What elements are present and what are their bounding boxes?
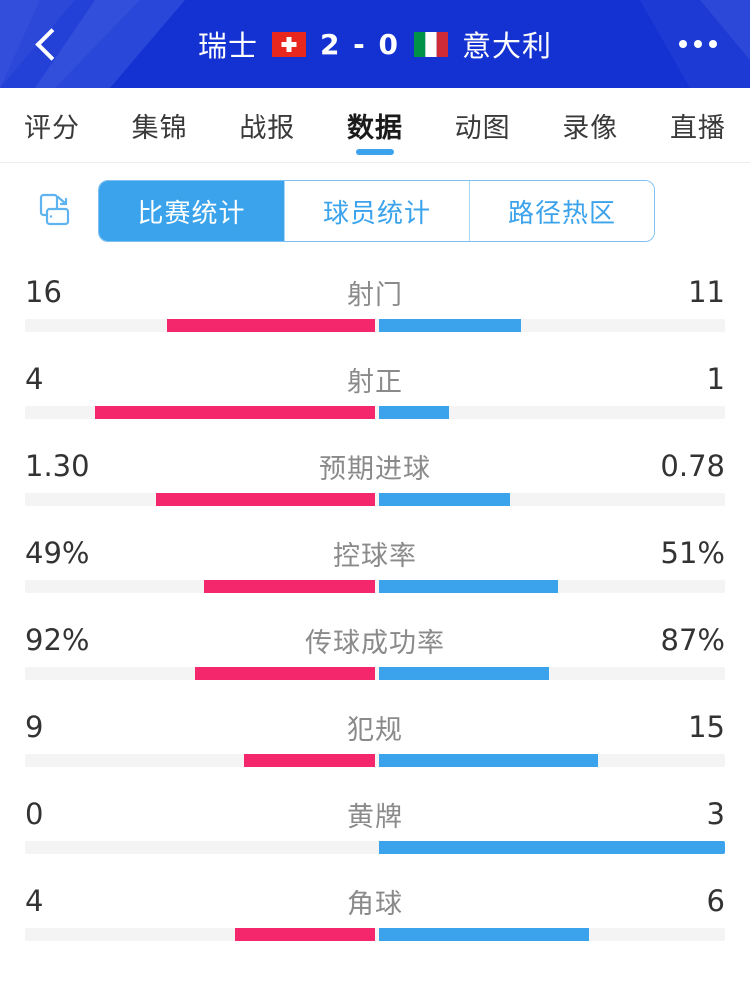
home-team-name: 瑞士 (198, 23, 258, 65)
away-stat-bar (379, 841, 725, 854)
stat-label: 预期进球 (319, 447, 431, 486)
stat-labels: 0 黄牌 3 (0, 787, 750, 841)
away-stat-value: 87% (635, 623, 725, 657)
stat-bar-track (25, 493, 725, 506)
more-horizontal-icon (679, 40, 687, 48)
stat-label: 黄牌 (347, 795, 403, 834)
tab-jijin[interactable]: 集锦 (130, 88, 190, 163)
stats-view-switcher: 比赛统计 球员统计 路径热区 (0, 163, 750, 259)
away-stat-value: 11 (635, 275, 725, 309)
stat-row: 92% 传球成功率 87% (0, 613, 750, 700)
stat-row: 49% 控球率 51% (0, 526, 750, 613)
stat-row: 4 角球 6 (0, 874, 750, 961)
score-summary: 瑞士 2 - 0 意大利 (0, 0, 750, 88)
stat-row: 0 黄牌 3 (0, 787, 750, 874)
home-stat-value: 4 (25, 362, 115, 396)
stat-labels: 1.30 预期进球 0.78 (0, 439, 750, 493)
stat-row: 16 射门 11 (0, 265, 750, 352)
stat-labels: 4 角球 6 (0, 874, 750, 928)
home-stat-bar (235, 928, 375, 941)
stat-labels: 9 犯规 15 (0, 700, 750, 754)
away-stat-value: 51% (635, 536, 725, 570)
tab-zhibo[interactable]: 直播 (668, 88, 728, 163)
segmented-control: 比赛统计 球员统计 路径热区 (98, 180, 655, 242)
stat-row: 9 犯规 15 (0, 700, 750, 787)
stat-row: 4 射正 1 (0, 352, 750, 439)
stat-labels: 49% 控球率 51% (0, 526, 750, 580)
away-stat-bar (379, 319, 521, 332)
stat-bar-track (25, 580, 725, 593)
away-stat-bar (379, 928, 589, 941)
away-team-name: 意大利 (462, 23, 552, 65)
home-stat-bar (244, 754, 375, 767)
more-options-button[interactable] (662, 0, 734, 88)
tab-pingfen[interactable]: 评分 (22, 88, 82, 163)
stat-label: 射正 (347, 360, 403, 399)
stat-labels: 16 射门 11 (0, 265, 750, 319)
home-stat-bar (195, 667, 375, 680)
home-stat-bar (167, 319, 375, 332)
chevron-left-icon (35, 28, 68, 61)
stat-bar-track (25, 841, 725, 854)
italy-flag-icon (414, 32, 448, 57)
home-stat-value: 4 (25, 884, 115, 918)
stat-bar-track (25, 406, 725, 419)
more-horizontal-icon-dot2 (694, 40, 702, 48)
home-stat-bar (204, 580, 376, 593)
stat-row: 1.30 预期进球 0.78 (0, 439, 750, 526)
stat-labels: 4 射正 1 (0, 352, 750, 406)
stat-bar-track (25, 319, 725, 332)
match-stats-list: 16 射门 11 4 射正 1 1.30 预期进球 0.78 49% 控球率 51% 92% 传球成功率 8… (0, 259, 750, 961)
stat-label: 角球 (347, 882, 403, 921)
away-stat-value: 6 (635, 884, 725, 918)
home-stat-value: 16 (25, 275, 115, 309)
section-tabs: 评分 集锦 战报 数据 动图 录像 直播 (0, 88, 750, 163)
match-header: 瑞士 2 - 0 意大利 (0, 0, 750, 88)
more-horizontal-icon-dot3 (709, 40, 717, 48)
away-stat-bar (379, 406, 449, 419)
home-stat-value: 92% (25, 623, 115, 657)
away-stat-value: 1 (635, 362, 725, 396)
away-stat-value: 3 (635, 797, 725, 831)
stat-label: 控球率 (333, 534, 417, 573)
home-stat-value: 1.30 (25, 449, 115, 483)
away-stat-bar (379, 667, 549, 680)
away-stat-bar (379, 580, 558, 593)
away-stat-bar (379, 493, 510, 506)
stat-bar-track (25, 667, 725, 680)
stat-label: 射门 (347, 273, 403, 312)
tab-zhanbao[interactable]: 战报 (237, 88, 297, 163)
back-button[interactable] (12, 0, 84, 88)
segment-player-stats[interactable]: 球员统计 (284, 181, 469, 241)
segment-match-stats[interactable]: 比赛统计 (99, 181, 284, 241)
stat-bar-track (25, 754, 725, 767)
stat-label: 传球成功率 (305, 621, 445, 660)
away-stat-value: 15 (635, 710, 725, 744)
home-stat-value: 9 (25, 710, 115, 744)
tab-shuju[interactable]: 数据 (345, 88, 405, 163)
switzerland-flag-icon (272, 32, 306, 57)
home-stat-bar (95, 406, 375, 419)
rotate-screen-icon[interactable] (34, 191, 74, 231)
stat-bar-track (25, 928, 725, 941)
home-stat-bar (156, 493, 375, 506)
stat-labels: 92% 传球成功率 87% (0, 613, 750, 667)
away-stat-bar (379, 754, 598, 767)
match-score: 2 - 0 (320, 28, 400, 61)
stat-label: 犯规 (347, 708, 403, 747)
home-stat-value: 0 (25, 797, 115, 831)
away-stat-value: 0.78 (635, 449, 725, 483)
tab-dongtu[interactable]: 动图 (453, 88, 513, 163)
segment-heatmap[interactable]: 路径热区 (469, 181, 654, 241)
tab-luxiang[interactable]: 录像 (560, 88, 620, 163)
home-stat-value: 49% (25, 536, 115, 570)
